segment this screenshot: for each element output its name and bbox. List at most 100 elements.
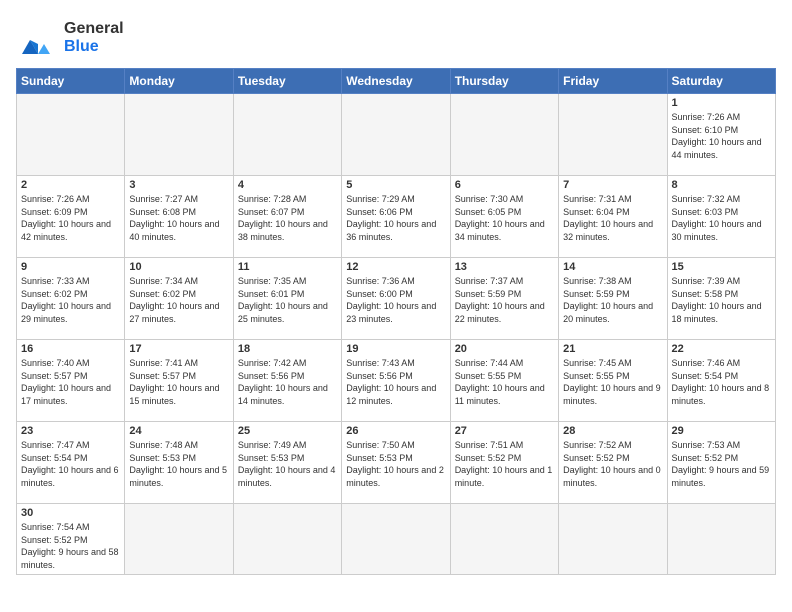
calendar-cell: 4 Sunrise: 7:28 AM Sunset: 6:07 PM Daylig…	[233, 176, 341, 258]
calendar-cell	[667, 504, 775, 575]
calendar-cell	[450, 504, 558, 575]
calendar-cell: 15 Sunrise: 7:39 AM Sunset: 5:58 PM Dayli…	[667, 258, 775, 340]
calendar-cell: 26Sunrise: 7:50 AM Sunset: 5:53 PM Dayli…	[342, 422, 450, 504]
logo-icon	[16, 16, 60, 60]
day-number: 20	[455, 343, 554, 355]
day-info: Sunrise: 7:28 AM Sunset: 6:07 PM Dayligh…	[238, 193, 337, 243]
calendar-cell: 20 Sunrise: 7:44 AM Sunset: 5:55 PM Dayli…	[450, 340, 558, 422]
calendar-cell: 25 Sunrise: 7:49 AM Sunset: 5:53 PM Dayli…	[233, 422, 341, 504]
calendar-cell	[233, 94, 341, 176]
day-info: Sunrise: 7:29 AM Sunset: 6:06 PM Dayligh…	[346, 193, 445, 243]
calendar-cell: 1 Sunrise: 7:26 AM Sunset: 6:10 PM Daylig…	[667, 94, 775, 176]
day-number: 4	[238, 179, 337, 191]
day-number: 15	[672, 261, 771, 273]
day-info: Sunrise: 7:52 AM Sunset: 5:52 PM Dayligh…	[563, 439, 662, 489]
day-info: Sunrise: 7:48 AM Sunset: 5:53 PM Dayligh…	[129, 439, 228, 489]
calendar-cell: 23 Sunrise: 7:47 AM Sunset: 5:54 PM Dayli…	[17, 422, 125, 504]
weekday-header-monday: Monday	[125, 69, 233, 94]
day-info: Sunrise: 7:32 AM Sunset: 6:03 PM Dayligh…	[672, 193, 771, 243]
calendar-cell: 17 Sunrise: 7:41 AM Sunset: 5:57 PM Dayli…	[125, 340, 233, 422]
day-number: 11	[238, 261, 337, 273]
calendar-week-row: 9 Sunrise: 7:33 AM Sunset: 6:02 PM Daylig…	[17, 258, 776, 340]
calendar-week-row: 1 Sunrise: 7:26 AM Sunset: 6:10 PM Daylig…	[17, 94, 776, 176]
calendar-cell: 13Sunrise: 7:37 AM Sunset: 5:59 PM Dayli…	[450, 258, 558, 340]
calendar-cell: 16Sunrise: 7:40 AM Sunset: 5:57 PM Dayli…	[17, 340, 125, 422]
day-info: Sunrise: 7:42 AM Sunset: 5:56 PM Dayligh…	[238, 357, 337, 407]
day-number: 17	[129, 343, 228, 355]
day-number: 29	[672, 425, 771, 437]
calendar-week-row: 16Sunrise: 7:40 AM Sunset: 5:57 PM Dayli…	[17, 340, 776, 422]
page-header: General Blue	[16, 16, 776, 60]
calendar-week-row: 23 Sunrise: 7:47 AM Sunset: 5:54 PM Dayli…	[17, 422, 776, 504]
day-info: Sunrise: 7:35 AM Sunset: 6:01 PM Dayligh…	[238, 275, 337, 325]
calendar-cell: 5 Sunrise: 7:29 AM Sunset: 6:06 PM Daylig…	[342, 176, 450, 258]
calendar-cell: 21Sunrise: 7:45 AM Sunset: 5:55 PM Dayli…	[559, 340, 667, 422]
day-number: 3	[129, 179, 228, 191]
day-info: Sunrise: 7:39 AM Sunset: 5:58 PM Dayligh…	[672, 275, 771, 325]
logo: General Blue	[16, 16, 124, 60]
day-number: 25	[238, 425, 337, 437]
day-number: 24	[129, 425, 228, 437]
calendar-cell	[17, 94, 125, 176]
calendar-table: SundayMondayTuesdayWednesdayThursdayFrid…	[16, 68, 776, 575]
day-number: 27	[455, 425, 554, 437]
day-info: Sunrise: 7:53 AM Sunset: 5:52 PM Dayligh…	[672, 439, 771, 489]
calendar-cell: 7 Sunrise: 7:31 AM Sunset: 6:04 PM Daylig…	[559, 176, 667, 258]
calendar-cell	[559, 504, 667, 575]
calendar-cell	[559, 94, 667, 176]
calendar-cell: 2 Sunrise: 7:26 AM Sunset: 6:09 PM Daylig…	[17, 176, 125, 258]
calendar-cell: 29 Sunrise: 7:53 AM Sunset: 5:52 PM Dayli…	[667, 422, 775, 504]
day-number: 30	[21, 507, 120, 519]
day-info: Sunrise: 7:38 AM Sunset: 5:59 PM Dayligh…	[563, 275, 662, 325]
day-info: Sunrise: 7:49 AM Sunset: 5:53 PM Dayligh…	[238, 439, 337, 489]
calendar-cell: 3Sunrise: 7:27 AM Sunset: 6:08 PM Daylig…	[125, 176, 233, 258]
calendar-cell	[450, 94, 558, 176]
day-info: Sunrise: 7:33 AM Sunset: 6:02 PM Dayligh…	[21, 275, 120, 325]
weekday-header-sunday: Sunday	[17, 69, 125, 94]
day-number: 7	[563, 179, 662, 191]
day-info: Sunrise: 7:54 AM Sunset: 5:52 PM Dayligh…	[21, 521, 120, 571]
weekday-header-thursday: Thursday	[450, 69, 558, 94]
calendar-cell	[125, 504, 233, 575]
calendar-cell	[125, 94, 233, 176]
day-number: 16	[21, 343, 120, 355]
calendar-cell: 18Sunrise: 7:42 AM Sunset: 5:56 PM Dayli…	[233, 340, 341, 422]
calendar-cell: 22 Sunrise: 7:46 AM Sunset: 5:54 PM Dayli…	[667, 340, 775, 422]
calendar-cell	[342, 94, 450, 176]
calendar-cell: 19Sunrise: 7:43 AM Sunset: 5:56 PM Dayli…	[342, 340, 450, 422]
calendar-cell: 14 Sunrise: 7:38 AM Sunset: 5:59 PM Dayli…	[559, 258, 667, 340]
day-number: 5	[346, 179, 445, 191]
day-number: 1	[672, 97, 771, 109]
day-number: 9	[21, 261, 120, 273]
day-info: Sunrise: 7:45 AM Sunset: 5:55 PM Dayligh…	[563, 357, 662, 407]
calendar-cell	[233, 504, 341, 575]
calendar-cell: 11 Sunrise: 7:35 AM Sunset: 6:01 PM Dayli…	[233, 258, 341, 340]
calendar-cell: 8 Sunrise: 7:32 AM Sunset: 6:03 PM Daylig…	[667, 176, 775, 258]
day-info: Sunrise: 7:44 AM Sunset: 5:55 PM Dayligh…	[455, 357, 554, 407]
day-number: 2	[21, 179, 120, 191]
day-info: Sunrise: 7:46 AM Sunset: 5:54 PM Dayligh…	[672, 357, 771, 407]
day-number: 19	[346, 343, 445, 355]
day-number: 8	[672, 179, 771, 191]
day-number: 28	[563, 425, 662, 437]
calendar-cell: 10Sunrise: 7:34 AM Sunset: 6:02 PM Dayli…	[125, 258, 233, 340]
day-number: 23	[21, 425, 120, 437]
day-info: Sunrise: 7:31 AM Sunset: 6:04 PM Dayligh…	[563, 193, 662, 243]
day-number: 14	[563, 261, 662, 273]
day-number: 6	[455, 179, 554, 191]
calendar-cell: 27Sunrise: 7:51 AM Sunset: 5:52 PM Dayli…	[450, 422, 558, 504]
day-number: 22	[672, 343, 771, 355]
day-number: 13	[455, 261, 554, 273]
day-number: 12	[346, 261, 445, 273]
weekday-header-wednesday: Wednesday	[342, 69, 450, 94]
calendar-cell: 6 Sunrise: 7:30 AM Sunset: 6:05 PM Daylig…	[450, 176, 558, 258]
weekday-header-friday: Friday	[559, 69, 667, 94]
day-info: Sunrise: 7:47 AM Sunset: 5:54 PM Dayligh…	[21, 439, 120, 489]
day-number: 26	[346, 425, 445, 437]
day-info: Sunrise: 7:26 AM Sunset: 6:10 PM Dayligh…	[672, 111, 771, 161]
weekday-header-tuesday: Tuesday	[233, 69, 341, 94]
day-info: Sunrise: 7:41 AM Sunset: 5:57 PM Dayligh…	[129, 357, 228, 407]
day-info: Sunrise: 7:26 AM Sunset: 6:09 PM Dayligh…	[21, 193, 120, 243]
calendar-cell: 9 Sunrise: 7:33 AM Sunset: 6:02 PM Daylig…	[17, 258, 125, 340]
day-info: Sunrise: 7:30 AM Sunset: 6:05 PM Dayligh…	[455, 193, 554, 243]
